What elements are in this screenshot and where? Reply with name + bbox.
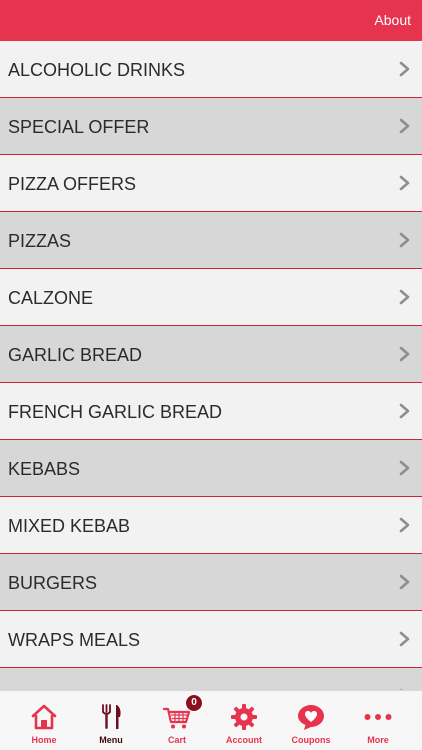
app-screen: About ALCOHOLIC DRINKS SPECIAL OFFER PIZ…	[0, 0, 422, 750]
chevron-right-icon	[399, 346, 410, 362]
tab-more-label: More	[367, 735, 389, 745]
menu-item-burgers[interactable]: BURGERS	[0, 554, 422, 611]
bottom-tab-bar: Home Menu 0 Cart Account Coupons More	[0, 690, 422, 750]
menu-item-garlic-bread[interactable]: GARLIC BREAD	[0, 326, 422, 383]
chevron-right-icon	[399, 517, 410, 533]
tab-coupons[interactable]: Coupons	[276, 691, 346, 750]
menu-item-label: SPECIAL OFFER	[8, 117, 150, 137]
fork-knife-icon	[102, 704, 121, 729]
menu-item-label: BURGERS	[8, 573, 98, 593]
menu-item-partial[interactable]	[0, 668, 422, 690]
chevron-right-icon	[399, 403, 410, 419]
menu-item-label: ALCOHOLIC DRINKS	[8, 60, 186, 80]
tab-account-label: Account	[226, 735, 262, 745]
tab-account[interactable]: Account	[209, 691, 279, 750]
menu-item-label: PIZZAS	[8, 231, 72, 251]
menu-item-label: CALZONE	[8, 288, 94, 308]
menu-item-special-offer[interactable]: SPECIAL OFFER	[0, 98, 422, 155]
heart-chat-icon	[298, 705, 324, 730]
menu-item-label: MIXED KEBAB	[8, 516, 131, 536]
menu-item-pizzas[interactable]: PIZZAS	[0, 212, 422, 269]
more-dots-icon	[364, 714, 392, 720]
chevron-right-icon	[399, 232, 410, 248]
chevron-right-icon	[399, 175, 410, 191]
tab-home[interactable]: Home	[9, 691, 79, 750]
menu-item-wraps-meals[interactable]: WRAPS MEALS	[0, 611, 422, 668]
menu-item-label: GARLIC BREAD	[8, 345, 143, 365]
menu-item-label: PIZZA OFFERS	[8, 174, 137, 194]
cart-count-badge: 0	[185, 694, 203, 712]
menu-item-label: FRENCH GARLIC BREAD	[8, 402, 223, 422]
menu-category-list[interactable]: ALCOHOLIC DRINKS SPECIAL OFFER PIZZA OFF…	[0, 41, 422, 690]
chevron-right-icon	[399, 631, 410, 647]
gear-icon	[231, 704, 257, 730]
menu-item-label: KEBABS	[8, 459, 81, 479]
menu-item-mixed-kebab[interactable]: MIXED KEBAB	[0, 497, 422, 554]
tab-cart-label: Cart	[167, 735, 186, 745]
tab-more[interactable]: More	[343, 691, 413, 750]
menu-item-french-garlic-bread[interactable]: FRENCH GARLIC BREAD	[0, 383, 422, 440]
about-link[interactable]: About	[374, 12, 411, 29]
home-icon	[31, 704, 57, 730]
tab-home-label: Home	[31, 735, 57, 745]
chevron-right-icon	[399, 460, 410, 476]
menu-item-kebabs[interactable]: KEBABS	[0, 440, 422, 497]
tab-menu-label: Menu	[99, 735, 123, 745]
chevron-right-icon	[399, 574, 410, 590]
menu-item-label: WRAPS MEALS	[8, 630, 141, 650]
menu-item-alcoholic-drinks[interactable]: ALCOHOLIC DRINKS	[0, 41, 422, 98]
tab-coupons-label: Coupons	[291, 735, 331, 745]
tab-menu[interactable]: Menu	[76, 691, 146, 750]
chevron-right-icon	[399, 289, 410, 305]
menu-item-calzone[interactable]: CALZONE	[0, 269, 422, 326]
menu-item-pizza-offers[interactable]: PIZZA OFFERS	[0, 155, 422, 212]
chevron-right-icon	[399, 118, 410, 134]
tab-cart[interactable]: 0 Cart	[142, 691, 212, 750]
chevron-right-icon	[399, 61, 410, 77]
top-bar: About	[0, 0, 422, 41]
